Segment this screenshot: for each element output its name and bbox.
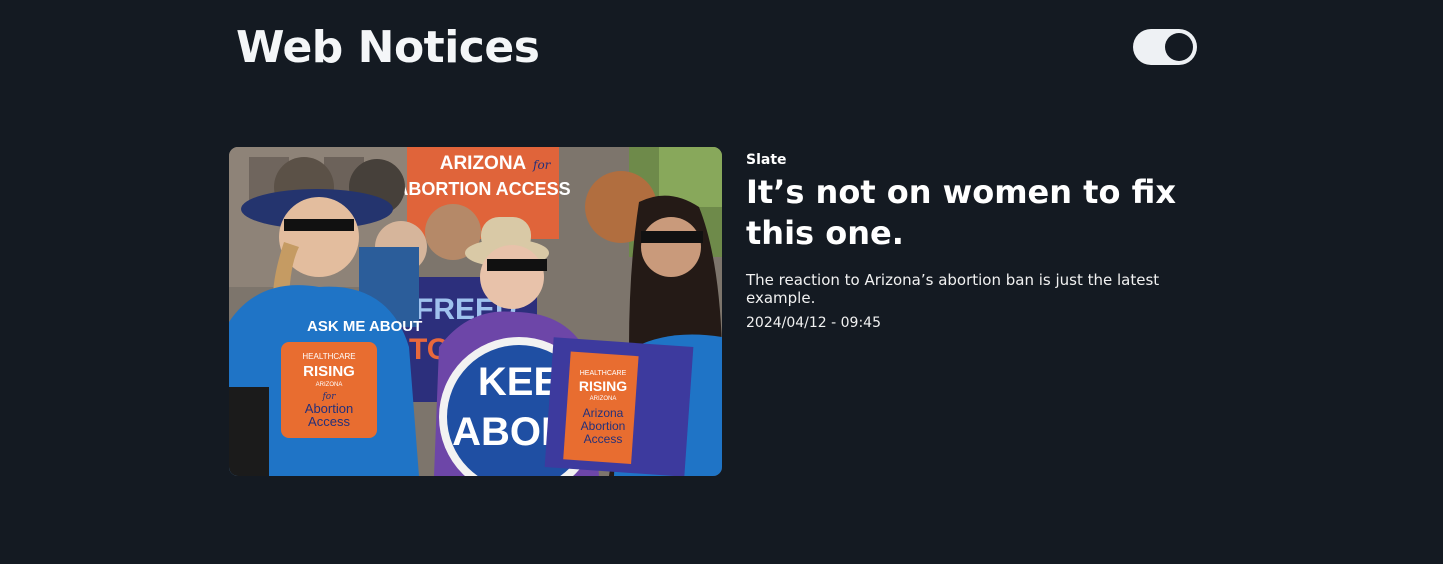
sign-top-line1: ARIZONA (440, 153, 527, 174)
shirt-left-1: HEALTHCARE (302, 352, 355, 361)
sign-top-for: for (532, 158, 552, 172)
sign-top-line2: ABORTION ACCESS (395, 179, 570, 199)
notice-image[interactable]: ARIZONA for ABORTION ACCESS FREED TO D (229, 147, 722, 476)
notice-source: Slate (746, 152, 787, 168)
notice-date: 2024/04/12 - 09:45 (746, 315, 881, 331)
toggle-knob (1165, 33, 1193, 61)
card-4: Arizona (583, 406, 624, 420)
shirt-left-top: ASK ME ABOUT (307, 318, 422, 335)
shirt-left-2: RISING (303, 363, 355, 380)
notice-card[interactable]: ARIZONA for ABORTION ACCESS FREED TO D (229, 147, 1209, 477)
card-1: HEALTHCARE (580, 370, 627, 377)
protest-photo: ARIZONA for ABORTION ACCESS FREED TO D (229, 147, 722, 476)
card-5: Abortion (581, 419, 626, 433)
notice-headline[interactable]: It’s not on women to fix this one. (746, 172, 1176, 254)
notice-text: Slate It’s not on women to fix this one.… (746, 147, 1216, 331)
card-6: Access (584, 432, 623, 446)
page-title: Web Notices (236, 22, 540, 73)
round-sign-1: KEE (478, 360, 560, 404)
shirt-left-6: Access (308, 414, 350, 429)
shirt-left-3: ARIZONA (316, 382, 343, 388)
card-3: ARIZONA (590, 396, 617, 402)
card-2: RISING (579, 378, 627, 394)
notice-summary: The reaction to Arizona’s abortion ban i… (746, 271, 1160, 307)
theme-toggle[interactable] (1133, 29, 1197, 65)
web-notices-page: Web Notices ARIZONA for ABORTION ACCESS (0, 0, 1443, 564)
